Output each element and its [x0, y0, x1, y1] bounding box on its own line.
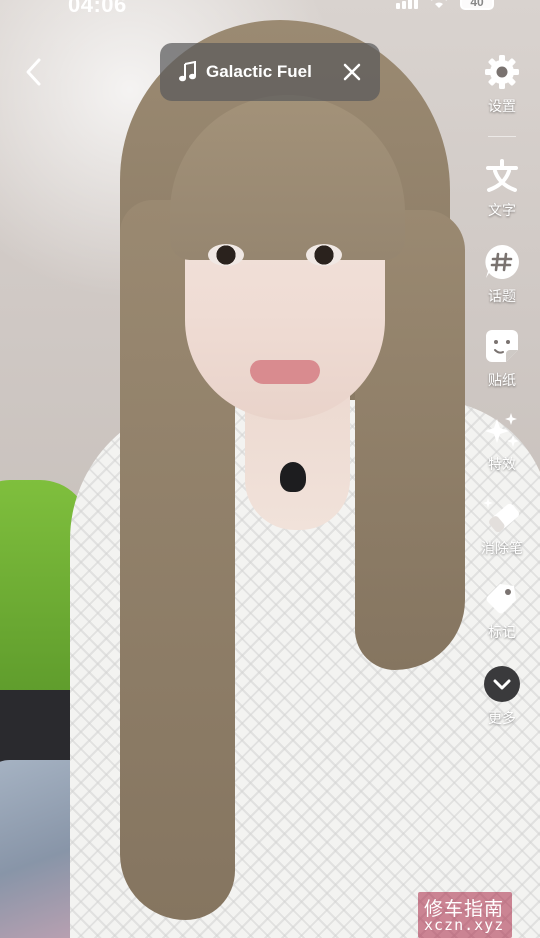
status-bar: 04:06 40 — [0, 0, 540, 17]
photo-lips — [250, 360, 320, 384]
battery-level: 40 — [470, 0, 484, 9]
tool-label: 消除笔 — [481, 540, 523, 556]
tool-effects[interactable]: 特效 — [464, 410, 540, 474]
tool-label: 标记 — [488, 624, 516, 640]
tool-more[interactable]: 更多 — [464, 664, 540, 728]
music-title: Galactic Fuel — [206, 62, 312, 81]
eraser-icon — [482, 494, 522, 534]
settings-gear-icon — [482, 52, 522, 92]
photo-eye-left — [208, 244, 244, 266]
tool-text[interactable]: 文字 — [464, 156, 540, 220]
tool-label: 文字 — [488, 202, 516, 218]
tool-label: 特效 — [488, 456, 516, 472]
tool-label: 设置 — [488, 98, 516, 114]
status-icons: 40 — [396, 0, 494, 10]
text-icon — [482, 156, 522, 196]
photo-swan-pendant — [280, 462, 306, 492]
battery-icon: 40 — [460, 0, 494, 10]
toolbar-divider — [488, 136, 516, 137]
tag-icon — [482, 578, 522, 618]
watermark-text-en: xczn.xyz — [424, 916, 505, 934]
close-icon[interactable] — [342, 62, 362, 82]
tool-sticker[interactable]: 贴纸 — [464, 326, 540, 390]
back-button[interactable] — [18, 54, 48, 90]
video-editor-screen: 04:06 40 Galactic Fuel 设置 文字 话题 贴纸 特效 消除… — [0, 0, 540, 938]
tool-label: 更多 — [488, 710, 516, 726]
tool-settings[interactable]: 设置 — [464, 52, 540, 116]
status-time: 04:06 — [68, 0, 127, 17]
music-selector[interactable]: Galactic Fuel — [160, 43, 380, 101]
tool-label: 贴纸 — [488, 372, 516, 388]
wifi-icon — [431, 0, 447, 8]
watermark: 修车指南 xczn.xyz — [418, 892, 512, 938]
photo-eye-right — [306, 244, 342, 266]
tool-label: 话题 — [488, 288, 516, 304]
sticker-icon — [482, 326, 522, 366]
signal-icon — [396, 0, 418, 9]
sparkle-effects-icon — [482, 410, 522, 450]
tool-topic[interactable]: 话题 — [464, 242, 540, 306]
hashtag-icon — [482, 242, 522, 282]
music-note-icon — [179, 61, 196, 82]
tool-mark[interactable]: 标记 — [464, 578, 540, 642]
chevron-down-icon — [482, 664, 522, 704]
tool-eraser[interactable]: 消除笔 — [464, 494, 540, 558]
chevron-left-icon — [26, 58, 41, 86]
